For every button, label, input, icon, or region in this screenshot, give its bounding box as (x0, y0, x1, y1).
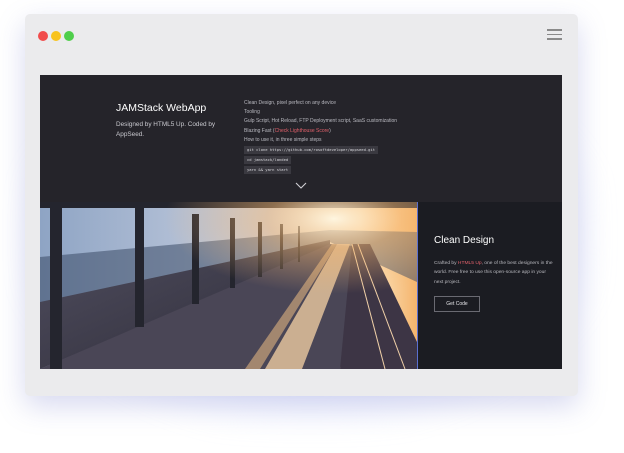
side-text: Crafted by HTML5 Up, one of the best des… (434, 259, 556, 287)
feature-item: Clean Design, pixel perfect on any devic… (244, 100, 336, 106)
side-text-prefix: Crafted by (434, 261, 458, 266)
howto-text: How to use it, in three simple steps (244, 136, 322, 143)
code-command: cd jamstack/landed (244, 156, 292, 165)
hero-title: JAMStack WebApp (116, 102, 207, 114)
side-title: Clean Design (434, 235, 495, 246)
html5up-link[interactable]: HTML5 Up (458, 261, 482, 266)
code-command: yarn && yarn start (244, 166, 292, 175)
blazing-prefix: Blazing Fast ( (244, 127, 275, 134)
hero-subtitle: Designed by HTML5 Up. Coded by AppSeed. (116, 121, 216, 138)
browser-window: JAMStack WebApp Designed by HTML5 Up. Co… (25, 14, 578, 396)
chevron-down-icon[interactable] (295, 182, 307, 190)
lighthouse-link[interactable]: Check Lighthouse Score (275, 128, 329, 134)
maximize-window-dot[interactable] (64, 31, 74, 41)
hamburger-menu-icon[interactable] (547, 29, 562, 40)
get-code-button[interactable]: Get Code (434, 296, 480, 312)
feature-item: Gulp Script, Hot Reload, FTP Deployment … (244, 118, 398, 125)
hero-section: JAMStack WebApp Designed by HTML5 Up. Co… (40, 75, 562, 202)
page-preview: JAMStack WebApp Designed by HTML5 Up. Co… (40, 75, 562, 369)
clean-design-panel: Clean Design Crafted by HTML5 Up, one of… (417, 202, 562, 369)
feature-item: Tooling (244, 109, 260, 116)
feature-list: Clean Design, pixel perfect on any devic… (244, 99, 397, 176)
blazing-suffix: ) (329, 127, 331, 134)
close-window-dot[interactable] (38, 31, 48, 41)
train-platform-photo (40, 202, 417, 369)
feature-item-blazing: Blazing Fast (Check Lighthouse Score) (244, 127, 397, 136)
code-command: git clone https://github.com/rosoftdevel… (244, 146, 379, 155)
minimize-window-dot[interactable] (51, 31, 61, 41)
